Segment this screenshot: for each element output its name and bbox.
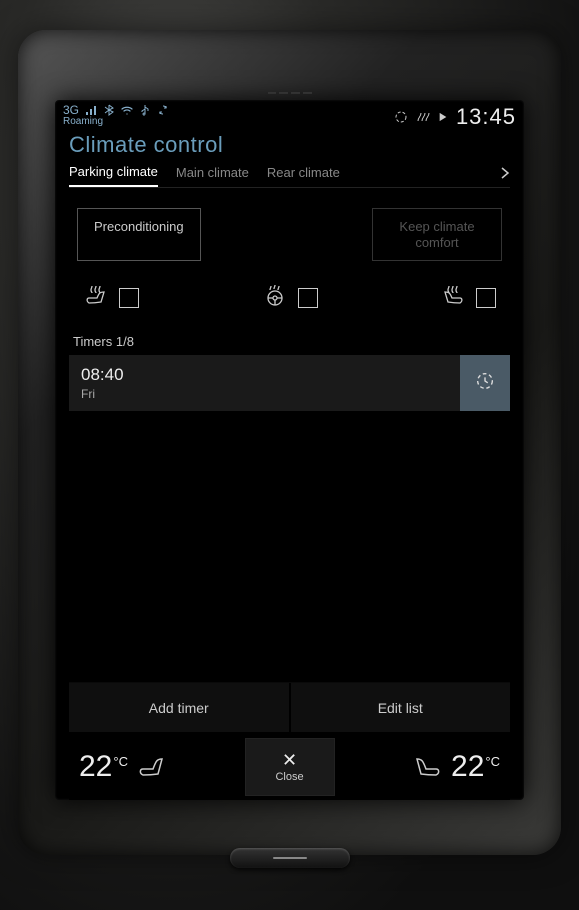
right-seat-button[interactable]	[401, 749, 451, 784]
right-temp[interactable]: 22 °C	[451, 750, 500, 784]
close-label: Close	[275, 771, 303, 783]
right-temp-value: 22	[451, 750, 484, 784]
timer-row[interactable]: 08:40 Fri	[69, 355, 510, 411]
play-icon	[438, 112, 448, 122]
heater-check-row	[69, 261, 510, 312]
timer-text: 08:40 Fri	[69, 359, 460, 407]
climate-bar: 22 °C ✕ Close	[69, 732, 510, 800]
mode-button-row: Preconditioning Keep climate comfort	[69, 208, 510, 261]
steering-wheel-heat-icon	[262, 283, 288, 312]
timers-label: Timers 1/8	[69, 334, 510, 349]
home-button[interactable]	[230, 848, 350, 868]
right-temp-unit: °C	[485, 754, 500, 769]
bluetooth-icon	[103, 104, 115, 116]
timer-icon	[474, 370, 496, 397]
defrost-icon	[416, 110, 430, 124]
right-seat-heat-checkbox[interactable]	[476, 288, 496, 308]
preconditioning-button[interactable]: Preconditioning	[77, 208, 201, 261]
seat-left-icon	[137, 749, 169, 784]
tabs: Parking climate Main climate Rear climat…	[69, 164, 510, 187]
close-icon: ✕	[282, 751, 297, 769]
signal-icon	[85, 104, 97, 116]
device-frame: 3G Roami	[0, 0, 579, 910]
seat-heat-right-icon	[440, 283, 466, 312]
left-temp-unit: °C	[113, 754, 128, 769]
seat-right-icon	[410, 749, 442, 784]
page-title: Climate control	[69, 132, 510, 158]
tab-parking-climate[interactable]: Parking climate	[69, 164, 158, 187]
left-seat-button[interactable]	[128, 749, 178, 784]
left-temp-value: 22	[79, 750, 112, 784]
network-label: 3G	[63, 104, 79, 116]
loop-icon	[394, 110, 408, 124]
keep-climate-comfort-button[interactable]: Keep climate comfort	[372, 208, 502, 261]
clock: 13:45	[456, 104, 516, 130]
left-seat-heat-item[interactable]	[83, 283, 139, 312]
left-seat-heat-checkbox[interactable]	[119, 288, 139, 308]
timer-day: Fri	[81, 387, 448, 401]
roaming-label: Roaming	[63, 117, 169, 127]
tabs-more-chevron-icon[interactable]	[500, 166, 510, 185]
usb-icon	[139, 104, 151, 116]
seat-heat-left-icon	[83, 283, 109, 312]
screen: 3G Roami	[55, 100, 524, 800]
timer-toggle-button[interactable]	[460, 355, 510, 411]
header: Climate control Parking climate Main cli…	[55, 130, 524, 187]
status-bar: 3G Roami	[55, 100, 524, 130]
left-temp[interactable]: 22 °C	[79, 750, 128, 784]
close-button[interactable]: ✕ Close	[245, 738, 335, 796]
content: Preconditioning Keep climate comfort	[55, 188, 524, 800]
tab-rear-climate[interactable]: Rear climate	[267, 165, 340, 186]
timer-time: 08:40	[81, 365, 448, 385]
add-timer-button[interactable]: Add timer	[69, 683, 289, 732]
spacer	[69, 411, 510, 682]
tab-main-climate[interactable]: Main climate	[176, 165, 249, 186]
steering-heat-item[interactable]	[262, 283, 318, 312]
sync-icon	[157, 104, 169, 116]
steering-heat-checkbox[interactable]	[298, 288, 318, 308]
speaker-grille	[268, 92, 312, 96]
edit-list-button[interactable]: Edit list	[289, 683, 511, 732]
wifi-icon	[121, 104, 133, 116]
action-row: Add timer Edit list	[69, 682, 510, 732]
right-seat-heat-item[interactable]	[440, 283, 496, 312]
